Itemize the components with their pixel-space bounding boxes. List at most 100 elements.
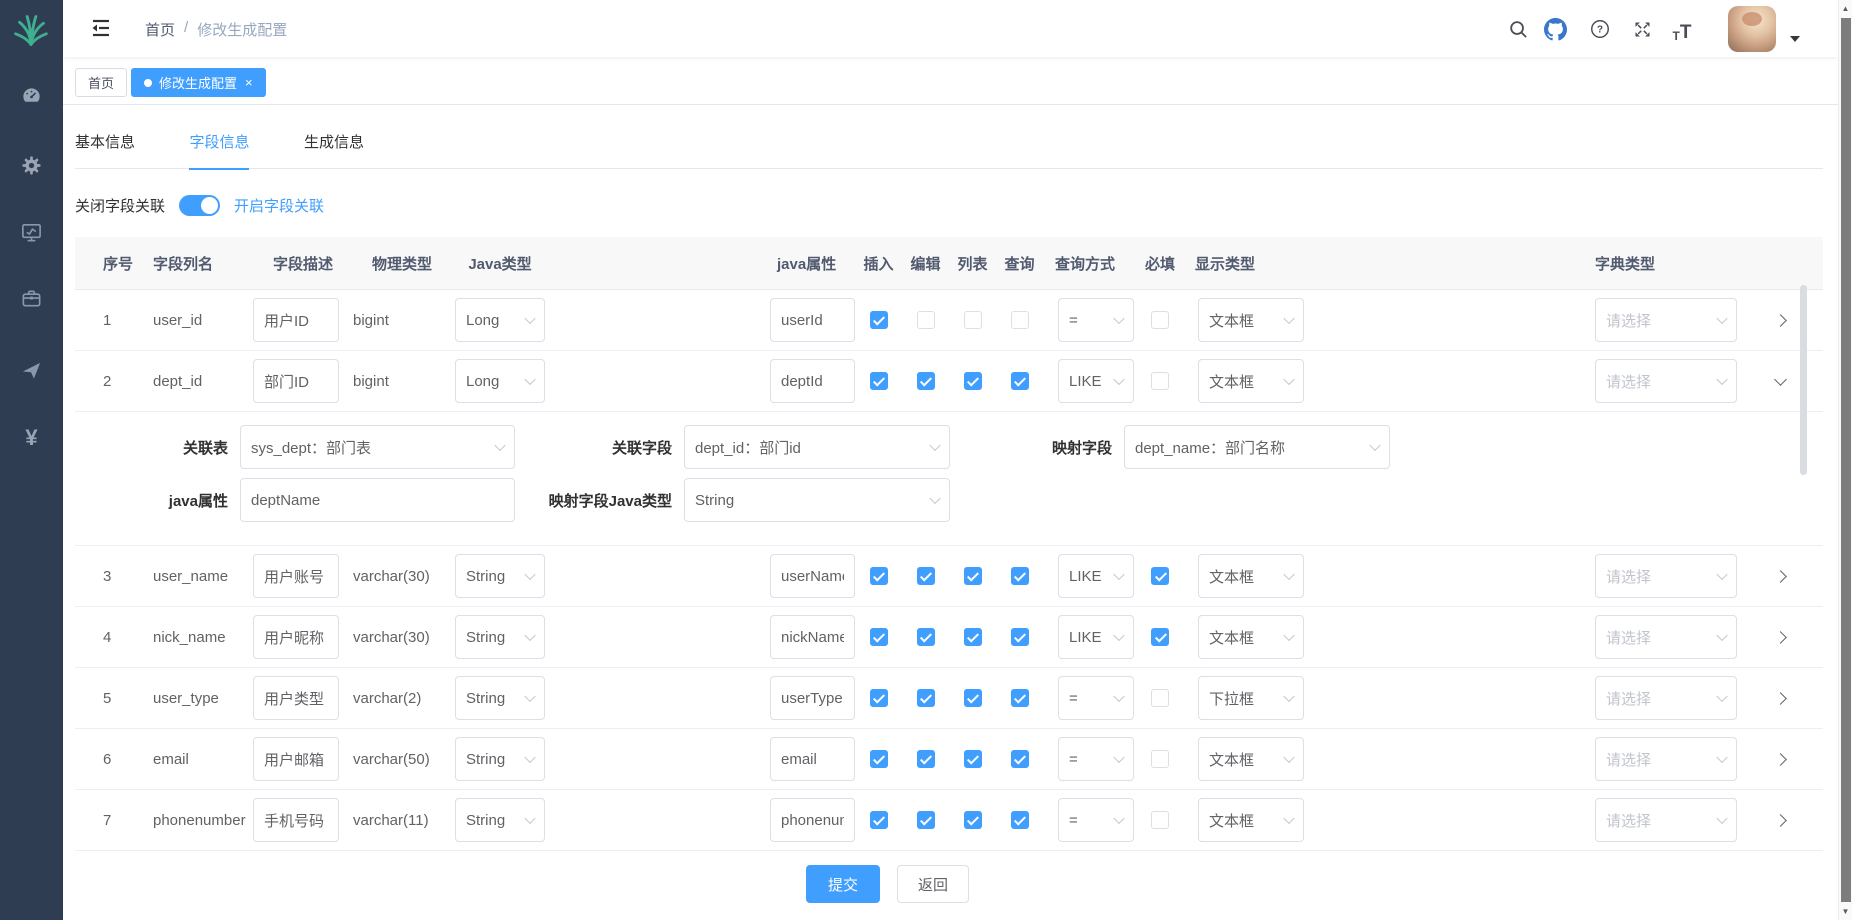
insert-checkbox[interactable] <box>870 689 888 707</box>
query-type-select[interactable]: = <box>1058 737 1134 781</box>
java-type-select[interactable]: Long <box>455 359 545 403</box>
dict-type-select[interactable]: 请选择 <box>1595 554 1737 598</box>
expand-row-button[interactable] <box>1737 316 1823 325</box>
relation-field-select[interactable]: dept_id：部门id <box>684 425 950 469</box>
field-relation-switch[interactable] <box>179 195 220 216</box>
java-field-input[interactable] <box>770 615 855 659</box>
required-checkbox[interactable] <box>1151 628 1169 646</box>
sidebar-item-deploy[interactable] <box>0 350 63 390</box>
relation-table-select[interactable]: sys_dept：部门表 <box>240 425 515 469</box>
sidebar-item-dashboard[interactable] <box>0 75 63 115</box>
java-type-select[interactable]: Long <box>455 298 545 342</box>
expand-row-button[interactable] <box>1737 379 1823 384</box>
description-input[interactable] <box>253 676 339 720</box>
scroll-down-icon[interactable]: ▼ <box>1839 907 1852 916</box>
java-type-select[interactable]: String <box>455 737 545 781</box>
app-logo-icon[interactable] <box>8 6 54 52</box>
query-checkbox[interactable] <box>1011 311 1029 329</box>
html-type-select[interactable]: 文本框 <box>1198 798 1304 842</box>
tab-field-info[interactable]: 字段信息 <box>189 125 249 169</box>
required-checkbox[interactable] <box>1151 567 1169 585</box>
submit-button[interactable]: 提交 <box>806 865 880 903</box>
query-type-select[interactable]: = <box>1058 798 1134 842</box>
sidebar-item-monitor[interactable] <box>0 212 63 252</box>
list-checkbox[interactable] <box>964 811 982 829</box>
html-type-select[interactable]: 文本框 <box>1198 737 1304 781</box>
edit-checkbox[interactable] <box>917 811 935 829</box>
tag-edit-gen-config[interactable]: 修改生成配置 × <box>131 68 266 97</box>
insert-checkbox[interactable] <box>870 311 888 329</box>
mapping-java-type-select[interactable]: String <box>684 478 950 522</box>
required-checkbox[interactable] <box>1151 689 1169 707</box>
java-field-input[interactable] <box>770 737 855 781</box>
html-type-select[interactable]: 文本框 <box>1198 298 1304 342</box>
query-type-select[interactable]: = <box>1058 676 1134 720</box>
description-input[interactable] <box>253 737 339 781</box>
tab-basic-info[interactable]: 基本信息 <box>75 125 135 169</box>
page-scrollbar[interactable]: ▲ ▼ <box>1838 0 1852 920</box>
java-field-input[interactable] <box>770 798 855 842</box>
list-checkbox[interactable] <box>964 311 982 329</box>
description-input[interactable] <box>253 298 339 342</box>
tag-close-icon[interactable]: × <box>245 76 253 89</box>
dict-type-select[interactable]: 请选择 <box>1595 298 1737 342</box>
query-type-select[interactable]: LIKE <box>1058 615 1134 659</box>
edit-checkbox[interactable] <box>917 689 935 707</box>
query-checkbox[interactable] <box>1011 811 1029 829</box>
required-checkbox[interactable] <box>1151 311 1169 329</box>
tab-generate-info[interactable]: 生成信息 <box>304 125 364 169</box>
back-button[interactable]: 返回 <box>897 865 969 903</box>
edit-checkbox[interactable] <box>917 567 935 585</box>
edit-checkbox[interactable] <box>917 372 935 390</box>
dict-type-select[interactable]: 请选择 <box>1595 359 1737 403</box>
expand-row-button[interactable] <box>1737 755 1823 764</box>
java-field-input[interactable] <box>770 359 855 403</box>
expand-row-button[interactable] <box>1737 816 1823 825</box>
breadcrumb-home[interactable]: 首页 <box>145 19 175 40</box>
user-avatar[interactable] <box>1728 6 1776 52</box>
edit-checkbox[interactable] <box>917 750 935 768</box>
description-input[interactable] <box>253 554 339 598</box>
tag-home[interactable]: 首页 <box>75 68 127 97</box>
exp-java-field-input[interactable] <box>240 478 515 522</box>
mapping-field-select[interactable]: dept_name：部门名称 <box>1124 425 1390 469</box>
description-input[interactable] <box>253 359 339 403</box>
java-type-select[interactable]: String <box>455 676 545 720</box>
dict-type-select[interactable]: 请选择 <box>1595 798 1737 842</box>
java-type-select[interactable]: String <box>455 798 545 842</box>
scroll-up-icon[interactable]: ▲ <box>1839 4 1852 13</box>
expand-row-button[interactable] <box>1737 694 1823 703</box>
dict-type-select[interactable]: 请选择 <box>1595 615 1737 659</box>
edit-checkbox[interactable] <box>917 311 935 329</box>
dict-type-select[interactable]: 请选择 <box>1595 737 1737 781</box>
sidebar-fold-icon[interactable] <box>89 16 113 40</box>
expand-row-button[interactable] <box>1737 572 1823 581</box>
search-icon[interactable] <box>1505 16 1531 42</box>
page-scrollbar-thumb[interactable] <box>1841 18 1851 902</box>
html-type-select[interactable]: 文本框 <box>1198 554 1304 598</box>
list-checkbox[interactable] <box>964 628 982 646</box>
query-checkbox[interactable] <box>1011 567 1029 585</box>
html-type-select[interactable]: 文本框 <box>1198 615 1304 659</box>
insert-checkbox[interactable] <box>870 628 888 646</box>
query-type-select[interactable]: = <box>1058 298 1134 342</box>
query-checkbox[interactable] <box>1011 372 1029 390</box>
description-input[interactable] <box>253 798 339 842</box>
required-checkbox[interactable] <box>1151 811 1169 829</box>
table-scrollbar-thumb[interactable] <box>1800 285 1807 475</box>
query-type-select[interactable]: LIKE <box>1058 554 1134 598</box>
list-checkbox[interactable] <box>964 689 982 707</box>
html-type-select[interactable]: 文本框 <box>1198 359 1304 403</box>
font-size-icon[interactable]: TT <box>1669 16 1695 42</box>
insert-checkbox[interactable] <box>870 372 888 390</box>
java-field-input[interactable] <box>770 676 855 720</box>
github-icon[interactable] <box>1542 16 1568 42</box>
query-checkbox[interactable] <box>1011 628 1029 646</box>
insert-checkbox[interactable] <box>870 567 888 585</box>
insert-checkbox[interactable] <box>870 811 888 829</box>
sidebar-item-tools[interactable] <box>0 278 63 318</box>
required-checkbox[interactable] <box>1151 372 1169 390</box>
list-checkbox[interactable] <box>964 567 982 585</box>
expand-row-button[interactable] <box>1737 633 1823 642</box>
user-menu-caret-icon[interactable] <box>1790 36 1800 42</box>
